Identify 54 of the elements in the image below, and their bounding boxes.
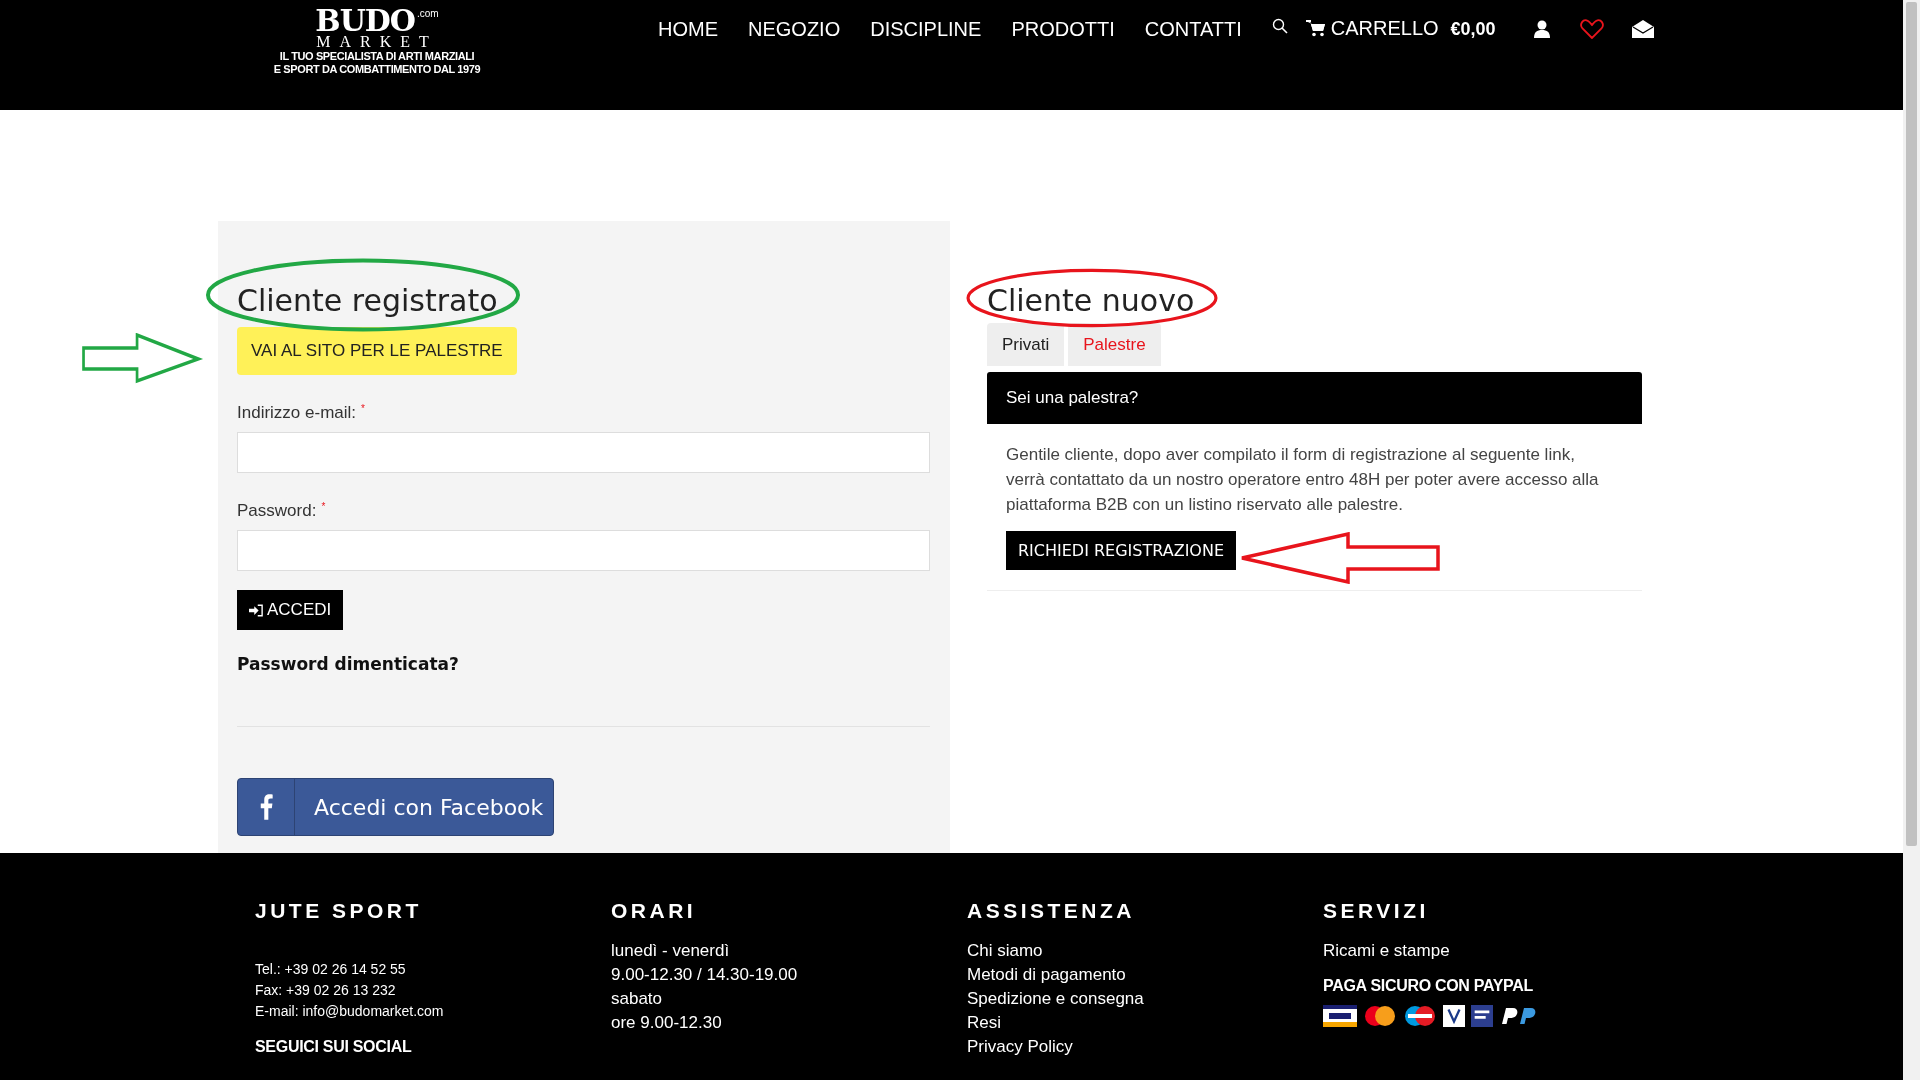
footer-heading: SERVIZI <box>1323 899 1430 923</box>
nav-link[interactable]: PRODOTTI <box>1011 17 1115 41</box>
user-icon[interactable] <box>1533 20 1550 38</box>
cart-total: €0,00 <box>1450 18 1496 40</box>
request-registration-button[interactable]: RICHIEDI REGISTRAZIONE <box>1006 531 1237 570</box>
cart-link[interactable]: CARRELLO <box>1305 16 1439 40</box>
section-title: Cliente nuovo <box>987 282 1195 320</box>
footer-text: Fax: +39 02 26 13 232 <box>255 981 397 1000</box>
footer-text: sabato <box>611 988 664 1010</box>
required-mark: * <box>361 403 365 416</box>
nav-link[interactable]: DISCIPLINE <box>870 17 982 41</box>
footer-heading: JUTE SPORT <box>255 899 423 923</box>
footer-text: 9.00-12.30 / 14.30-19.00 <box>611 964 799 986</box>
payment-card-icon <box>1323 1005 1357 1027</box>
footer-text: Tel.: +39 02 26 14 52 55 <box>255 960 407 979</box>
tab[interactable]: Palestre <box>1068 323 1161 366</box>
payment-card-icon <box>1403 1005 1437 1027</box>
heart-icon[interactable] <box>1579 19 1604 39</box>
panel-header: Sei una palestra? <box>987 372 1642 424</box>
facebook-icon <box>259 794 273 820</box>
payment-card-icon <box>1363 1005 1397 1027</box>
required-mark: * <box>321 501 326 514</box>
payment-card-icon <box>1471 1005 1493 1027</box>
footer-heading: ORARI <box>611 899 698 923</box>
footer-subheading: PAGA SICURO CON PAYPAL <box>1323 977 1535 995</box>
nav-link[interactable]: CONTATTI <box>1144 17 1242 41</box>
footer-link[interactable]: Chi siamo <box>967 939 1323 963</box>
footer-subheading: SEGUICI SUI SOCIAL <box>255 1038 413 1056</box>
footer-link[interactable]: Resi <box>967 1011 1323 1035</box>
login-button[interactable]: ACCEDI <box>237 590 344 630</box>
nav-link[interactable]: HOME <box>658 17 718 41</box>
footer-link[interactable]: Ricami e stampe <box>1323 939 1679 963</box>
cart-label: CARRELLO <box>1330 16 1439 40</box>
mail-icon[interactable] <box>1631 20 1654 38</box>
footer-heading: ASSISTENZA <box>967 899 1136 923</box>
payment-card-icon <box>1443 1005 1465 1027</box>
footer-text: lunedì - venerdì <box>611 940 731 962</box>
panel-text: Gentile cliente, dopo aver compilato il form di registrazione al seguente link, verrà contattato da un nostro operatore entro 48H per poter avere accesso alla piattaforma B2B con un listino riservato alle palestre. <box>1006 444 1600 516</box>
field-label: Indirizzo e-mail: <box>237 403 357 423</box>
tab[interactable]: Privati <box>987 323 1065 366</box>
footer-link[interactable]: Spedizione e consegna <box>967 987 1323 1011</box>
cart-icon <box>1305 19 1326 37</box>
forgot-password-link[interactable]: Password dimenticata? <box>237 654 459 674</box>
search-icon[interactable] <box>1271 18 1288 34</box>
footer-link[interactable]: Metodi di pagamento <box>967 963 1323 987</box>
nav-link[interactable]: NEGOZIO <box>748 17 841 41</box>
field-label: Password: <box>237 501 317 521</box>
sign-in-icon <box>249 603 263 617</box>
section-title: Cliente registrato <box>237 282 498 320</box>
facebook-login-button[interactable]: Accedi con Facebook <box>237 778 554 836</box>
footer-text: E-mail: info@budomarket.com <box>255 1002 445 1021</box>
footer-text: ore 9.00-12.30 <box>611 1012 723 1034</box>
gym-site-button[interactable]: VAI AL SITO PER LE PALESTRE <box>237 327 517 375</box>
footer-link[interactable]: Privacy Policy <box>967 1035 1323 1059</box>
